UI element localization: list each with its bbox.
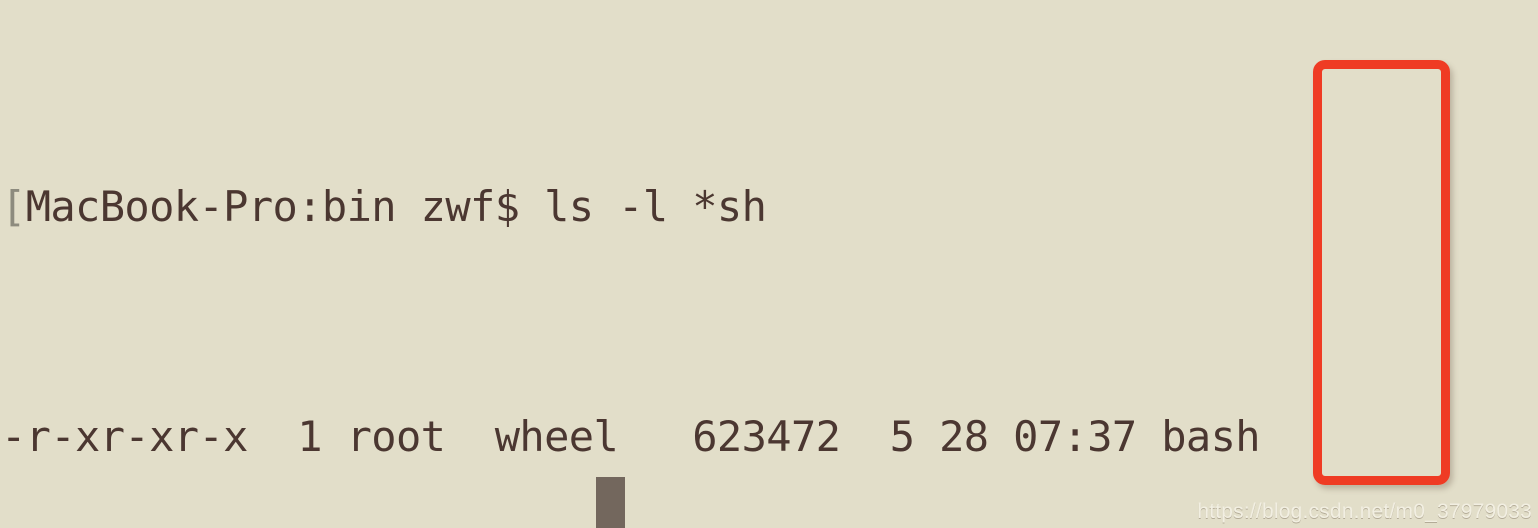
- text-cursor: [596, 477, 625, 528]
- command-line-text: MacBook-Pro:bin zwf$ ls -l *sh: [25, 182, 767, 232]
- leading-bracket-glyph: [: [1, 182, 26, 232]
- watermark-text: https://blog.csdn.net/m0_37979033: [1197, 500, 1532, 523]
- terminal-command-line: [MacBook-Pro:bin zwf$ ls -l *sh: [0, 178, 1538, 235]
- terminal-window: [MacBook-Pro:bin zwf$ ls -l *sh -r-xr-xr…: [0, 0, 1538, 528]
- terminal-output-area[interactable]: [MacBook-Pro:bin zwf$ ls -l *sh -r-xr-xr…: [0, 0, 1538, 528]
- listing-row-bash: -r-xr-xr-x 1 root wheel 623472 5 28 07:3…: [1, 411, 1261, 461]
